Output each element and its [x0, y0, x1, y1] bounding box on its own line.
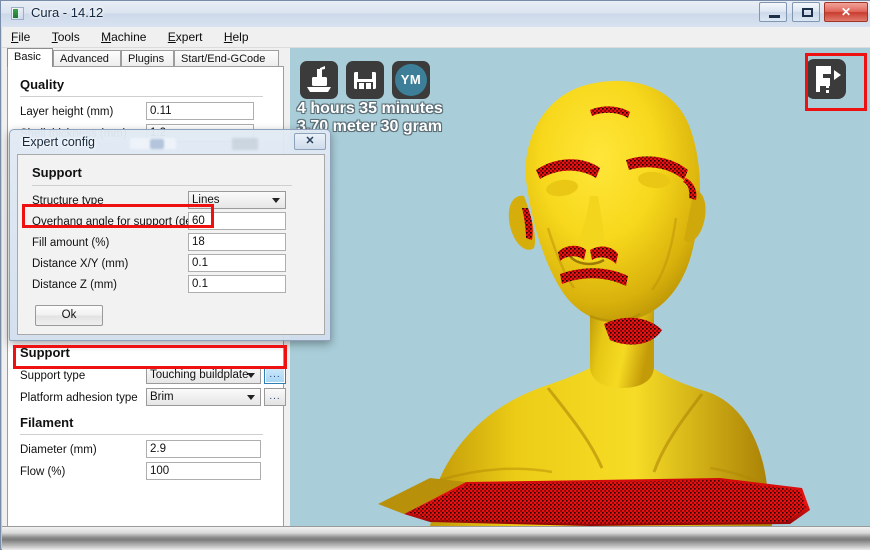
- base-speckle-overlay: [408, 480, 806, 524]
- titlebar-ghost-b: [150, 139, 164, 149]
- support-type-value: Touching buildplate: [150, 369, 249, 381]
- filament-rule: [20, 434, 263, 435]
- chevron-down-icon: [272, 198, 280, 203]
- ym-badge-icon[interactable]: YM: [392, 61, 430, 99]
- ym-badge-label: YM: [395, 64, 427, 96]
- expert-support-rule: [32, 185, 292, 186]
- layer-height-label: Layer height (mm): [20, 106, 114, 118]
- bust-head: [525, 80, 700, 323]
- window-controls: ✕: [758, 2, 868, 23]
- close-button[interactable]: ✕: [824, 2, 868, 22]
- adhesion-type-combo[interactable]: Brim: [146, 388, 261, 406]
- tab-basic[interactable]: Basic: [7, 48, 53, 67]
- filament-heading: Filament: [20, 415, 74, 430]
- menu-item-help[interactable]: Help: [215, 27, 258, 46]
- tab-plugins[interactable]: Plugins: [121, 50, 174, 67]
- print-icon[interactable]: [300, 61, 338, 99]
- structure-type-combo[interactable]: Lines: [188, 191, 286, 209]
- expert-support-heading: Support: [32, 165, 82, 180]
- structure-type-value: Lines: [192, 194, 220, 206]
- expert-config-dialog[interactable]: Expert config ✕ Support Structure type L…: [9, 129, 331, 341]
- window-title: Cura - 14.12: [31, 5, 104, 20]
- menu-bar: File Tools Machine Expert Help: [2, 27, 870, 48]
- minimize-button[interactable]: [759, 2, 788, 22]
- tab-basic-label: Basic: [14, 51, 41, 63]
- chevron-down-icon: [247, 395, 255, 400]
- fill-amount-input[interactable]: 18: [188, 233, 286, 251]
- support-type-label: Support type: [20, 370, 86, 382]
- diameter-input[interactable]: 2.9: [146, 440, 261, 458]
- menu-item-expert[interactable]: Expert: [159, 27, 212, 46]
- adhesion-type-label: Platform adhesion type: [20, 392, 138, 404]
- layer-height-input[interactable]: 0.11: [146, 102, 254, 120]
- distance-z-label: Distance Z (mm): [32, 279, 117, 291]
- quality-rule: [20, 96, 263, 97]
- overhang-angle-label: Overhang angle for support (deg): [32, 216, 203, 228]
- chevron-down-icon: [247, 373, 255, 378]
- cura-app-icon: [11, 7, 24, 20]
- diameter-label: Diameter (mm): [20, 444, 97, 456]
- expert-dialog-title: Expert config: [22, 135, 95, 149]
- flow-input[interactable]: 100: [146, 462, 261, 480]
- titlebar-ghost-c: [232, 138, 258, 150]
- fill-amount-label: Fill amount (%): [32, 237, 110, 249]
- flow-label: Flow (%): [20, 466, 66, 478]
- status-bar: [2, 526, 870, 550]
- tab-plugins-label: Plugins: [128, 53, 165, 65]
- distance-z-input[interactable]: 0.1: [188, 275, 286, 293]
- print-time-text: 4 hours 35 minutes: [297, 100, 443, 117]
- tab-gcode-label: Start/End-GCode: [181, 53, 266, 65]
- save-toolpath-icon[interactable]: [346, 61, 384, 99]
- adhesion-type-value: Brim: [150, 391, 174, 403]
- support-type-combo[interactable]: Touching buildplate: [146, 366, 261, 384]
- expert-dialog-ok-button[interactable]: Ok: [35, 305, 103, 326]
- distance-xy-label: Distance X/Y (mm): [32, 258, 129, 270]
- tab-advanced-label: Advanced: [60, 53, 109, 65]
- menu-item-file[interactable]: File: [2, 27, 39, 46]
- overhang-angle-input[interactable]: 60: [188, 212, 286, 230]
- close-icon: ✕: [840, 5, 852, 19]
- tab-advanced[interactable]: Advanced: [53, 50, 121, 67]
- menu-item-tools[interactable]: Tools: [43, 27, 89, 46]
- model-viewport[interactable]: YM 4 hours 35 minutes 3.70 meter 30 gram: [290, 48, 870, 526]
- support-heading: Support: [20, 345, 70, 360]
- cura-application-window: Cura - 14.12 ✕ File Tools Machine Expert…: [0, 0, 870, 550]
- window-titlebar: Cura - 14.12 ✕: [1, 1, 870, 27]
- maximize-button[interactable]: [791, 2, 820, 22]
- quality-heading: Quality: [20, 77, 65, 92]
- tab-start-end-gcode[interactable]: Start/End-GCode: [174, 50, 279, 67]
- window-frame: Cura - 14.12 ✕ File Tools Machine Expert…: [0, 0, 870, 550]
- expert-dialog-body: Support Structure type Lines Overhang an…: [17, 154, 325, 335]
- settings-tabstrip: Basic Advanced Plugins Start/End-GCode: [2, 48, 290, 67]
- expert-dialog-frame: Expert config ✕ Support Structure type L…: [9, 129, 331, 341]
- menu-item-machine[interactable]: Machine: [92, 27, 155, 46]
- expert-dialog-close-button[interactable]: ✕: [294, 133, 326, 150]
- support-type-options-button[interactable]: ...: [264, 366, 286, 384]
- distance-xy-input[interactable]: 0.1: [188, 254, 286, 272]
- adhesion-type-options-button[interactable]: ...: [264, 388, 286, 406]
- expert-open-icon[interactable]: [806, 59, 846, 99]
- structure-type-label: Structure type: [32, 195, 104, 207]
